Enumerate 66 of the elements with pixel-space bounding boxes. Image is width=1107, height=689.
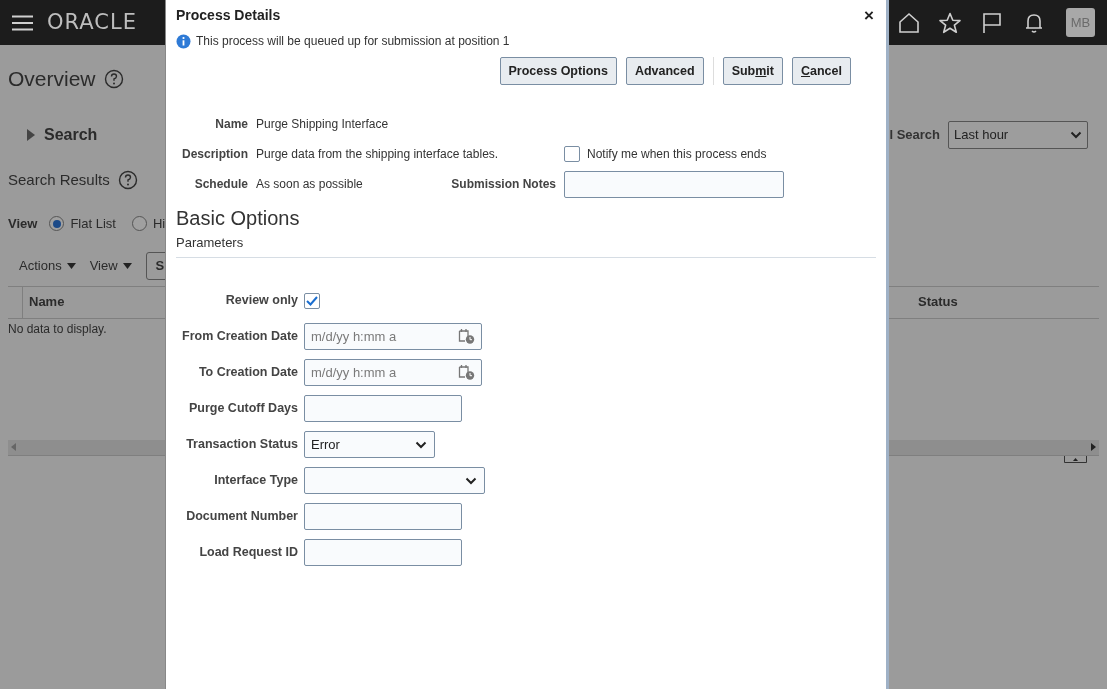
- toolbar-menu[interactable]: View: [89, 255, 132, 276]
- dialog-button[interactable]: Cancel: [792, 57, 851, 85]
- detail-label: Description: [181, 146, 249, 163]
- select-field[interactable]: Error: [304, 431, 435, 458]
- date-field[interactable]: m/d/yy h:mm a: [304, 359, 482, 386]
- saved-search-select[interactable]: Last hour: [948, 120, 1088, 149]
- field-label: To Creation Date: [197, 364, 299, 382]
- close-button[interactable]: ×: [864, 6, 874, 24]
- empty-message: No data to display.: [8, 320, 107, 338]
- dialog-button[interactable]: Process Options: [499, 57, 617, 85]
- column-header: Status: [917, 293, 959, 312]
- dialog-button[interactable]: Advanced: [625, 57, 704, 85]
- field-label: Load Request ID: [198, 544, 299, 562]
- saved-search-label: l Search: [889, 125, 940, 144]
- scroll-right-icon[interactable]: [1091, 443, 1096, 451]
- home-icon[interactable]: [898, 11, 920, 34]
- text-field[interactable]: [304, 539, 462, 566]
- text-field[interactable]: [304, 395, 462, 422]
- view-radio[interactable]: Flat List: [49, 214, 116, 234]
- select-field[interactable]: [304, 467, 485, 494]
- star-icon[interactable]: [938, 11, 962, 34]
- logo[interactable]: ORACLE: [47, 6, 137, 39]
- search-section-toggle[interactable]: Search: [27, 122, 98, 147]
- detail-label: Schedule: [193, 176, 249, 193]
- detail-value: Purge Shipping Interface: [256, 116, 390, 133]
- subsection-heading: Parameters: [176, 233, 876, 258]
- column-header: Name: [28, 293, 65, 312]
- calendar-clock-icon[interactable]: [458, 364, 475, 380]
- chevron-down-icon: [465, 476, 477, 485]
- flag-icon[interactable]: [982, 11, 1002, 34]
- info-message: This process will be queued up for submission at position 1: [196, 33, 510, 50]
- submission-notes-label: Submission Notes: [450, 176, 557, 193]
- page-title: Overview: [8, 66, 96, 92]
- detail-value: As soon as possible: [256, 176, 364, 193]
- menu-icon[interactable]: [12, 14, 33, 31]
- help-icon[interactable]: [103, 68, 124, 89]
- caret-down-icon: [66, 262, 76, 269]
- section-heading: Basic Options: [176, 206, 301, 231]
- field-label: Document Number: [185, 508, 299, 526]
- notify-checkbox[interactable]: Notify me when this process ends: [564, 145, 767, 163]
- detail-value: Purge data from the shipping interface tables.: [256, 146, 500, 163]
- chevron-down-icon: [415, 440, 427, 449]
- field-label: Purge Cutoff Days: [187, 400, 299, 418]
- help-icon[interactable]: [117, 169, 138, 190]
- submission-notes-field[interactable]: [564, 170, 784, 198]
- calendar-clock-icon[interactable]: [458, 328, 475, 344]
- toolbar-menu[interactable]: Actions: [19, 255, 76, 276]
- section-title: Search Results: [8, 169, 110, 190]
- field-label: From Creation Date: [181, 328, 299, 346]
- dialog-button[interactable]: Submit: [722, 57, 783, 85]
- field-label: Transaction Status: [185, 436, 299, 454]
- scroll-up-icon[interactable]: [1064, 455, 1087, 463]
- chevron-down-icon: [1070, 130, 1082, 139]
- caret-down-icon: [122, 262, 132, 269]
- info-icon: [176, 33, 191, 49]
- caret-right-icon: [27, 128, 36, 141]
- view-label: View: [8, 215, 38, 233]
- detail-label: Name: [214, 116, 249, 133]
- text-field[interactable]: [304, 503, 462, 530]
- field-label: Review only: [224, 292, 299, 310]
- bell-icon[interactable]: [1024, 11, 1044, 34]
- view-radio[interactable]: Hi: [131, 214, 166, 234]
- field-label: Interface Type: [213, 472, 299, 490]
- dialog-title: Process Details: [176, 5, 281, 25]
- checkbox[interactable]: [304, 292, 320, 309]
- date-field[interactable]: m/d/yy h:mm a: [304, 323, 482, 350]
